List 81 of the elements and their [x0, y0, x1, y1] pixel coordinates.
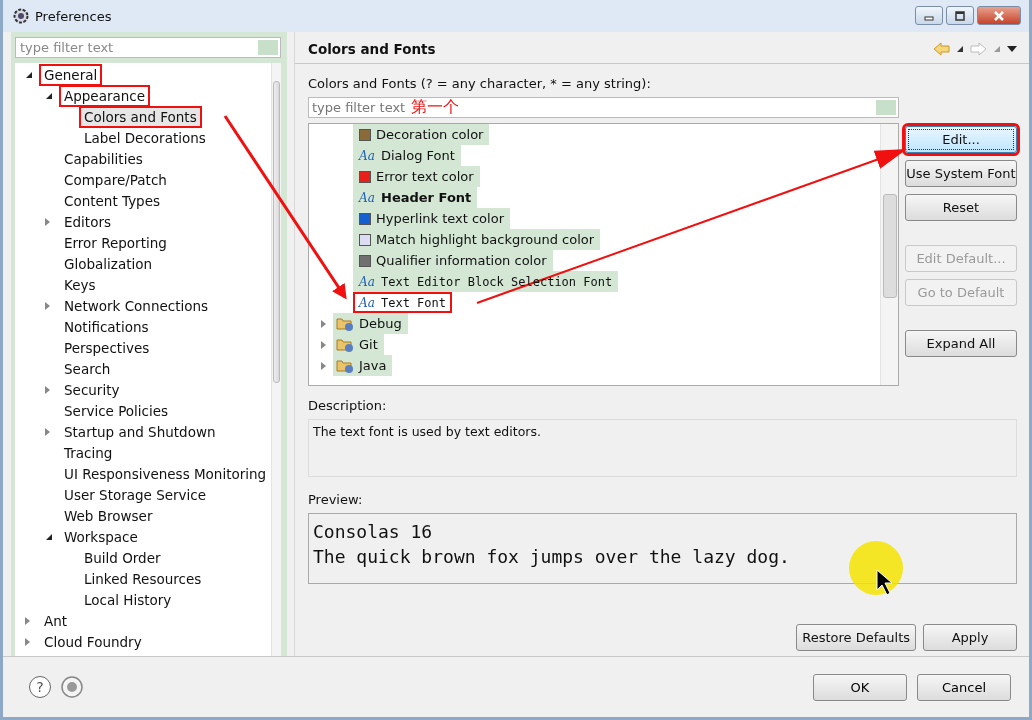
- action-button[interactable]: Apply: [923, 624, 1017, 651]
- list-item[interactable]: Aa Dialog Font: [353, 145, 461, 166]
- page-title: Colors and Fonts: [308, 41, 437, 57]
- record-icon[interactable]: [61, 676, 83, 698]
- tree-item[interactable]: Build Order: [79, 546, 166, 569]
- list-item[interactable]: Aa Text Font: [353, 292, 453, 313]
- tree-item[interactable]: Perspectives: [59, 336, 155, 359]
- tree-item[interactable]: Tracing: [59, 441, 118, 464]
- tree-item[interactable]: Service Policies: [59, 399, 174, 422]
- tree-item[interactable]: Search: [59, 357, 116, 380]
- maximize-icon: [954, 10, 966, 21]
- description-text: The text font is used by text editors.: [313, 424, 541, 439]
- tree-item[interactable]: Local History: [79, 588, 177, 611]
- folder-icon: [336, 336, 354, 353]
- tree-item[interactable]: Colors and Fonts: [79, 105, 202, 128]
- tree-item[interactable]: Workspace: [59, 525, 143, 548]
- annotation-text: 第一个: [411, 97, 460, 118]
- font-icon: Aa: [359, 295, 376, 310]
- help-icon[interactable]: ?: [29, 676, 51, 698]
- tree-item[interactable]: Capabilities: [59, 147, 148, 170]
- tree-item[interactable]: Linked Resources: [79, 567, 207, 590]
- collapse-arrow-icon[interactable]: [45, 91, 53, 100]
- collapse-arrow-icon[interactable]: [25, 70, 33, 79]
- font-icon: Aa: [359, 148, 376, 163]
- tree-item[interactable]: Network Connections: [59, 294, 214, 317]
- font-icon: Aa: [359, 274, 376, 289]
- tree-item[interactable]: General: [39, 63, 103, 86]
- dialog-button[interactable]: OK: [813, 673, 907, 701]
- folder-icon: [336, 357, 354, 374]
- list-item[interactable]: Match highlight background color: [353, 229, 601, 250]
- action-button[interactable]: Edit...: [905, 126, 1017, 153]
- view-menu-icon[interactable]: [1007, 45, 1017, 53]
- description-label: Description:: [308, 398, 388, 413]
- tree-item[interactable]: Keys: [59, 273, 101, 296]
- maximize-button[interactable]: [946, 6, 974, 25]
- tree-item[interactable]: Content Types: [59, 189, 166, 212]
- scrollbar[interactable]: [271, 63, 281, 656]
- tree-item[interactable]: Editors: [59, 210, 116, 233]
- preview-text: Consolas 16: [313, 520, 433, 544]
- placeholder-text: type filter text: [312, 100, 406, 115]
- tree-item[interactable]: Cloud Foundry: [39, 630, 147, 653]
- action-button[interactable]: Expand All: [905, 330, 1017, 357]
- list-item[interactable]: Decoration color: [353, 124, 490, 145]
- close-button[interactable]: [977, 6, 1021, 25]
- tree-item[interactable]: Error Reporting: [59, 231, 172, 254]
- dropdown-arrow-icon[interactable]: [956, 45, 964, 53]
- preview-text: The quick brown fox jumps over the lazy dog.: [313, 545, 790, 569]
- tree-item[interactable]: UI Responsiveness Monitoring: [59, 462, 272, 485]
- tree-item[interactable]: Compare/Patch: [59, 168, 172, 191]
- scrollbar[interactable]: [880, 124, 898, 385]
- dialog-button[interactable]: Cancel: [917, 673, 1011, 701]
- tree-item[interactable]: Ant: [39, 609, 73, 632]
- list-item[interactable]: Qualifier information color: [353, 250, 553, 271]
- list-item[interactable]: Aa Header Font: [353, 187, 478, 208]
- tree-item[interactable]: Startup and Shutdown: [59, 420, 221, 443]
- list-item[interactable]: Error text color: [353, 166, 480, 187]
- tree-item[interactable]: Notifications: [59, 315, 154, 338]
- tree-item[interactable]: Label Decorations: [79, 126, 211, 149]
- folder-icon: [336, 315, 354, 332]
- list-item[interactable]: Git: [333, 334, 384, 355]
- tree-item[interactable]: Web Browser: [59, 504, 158, 527]
- filter-field[interactable]: type filter text 第一个: [308, 97, 899, 118]
- close-icon: [993, 10, 1005, 21]
- list-item[interactable]: Debug: [333, 313, 408, 334]
- cursor-drawing: [849, 541, 903, 596]
- action-button[interactable]: Restore Defaults: [796, 624, 916, 651]
- preview-label: Preview:: [308, 492, 364, 507]
- back-arrow-icon[interactable]: [933, 41, 950, 57]
- app-icon: [13, 8, 29, 24]
- filter-field[interactable]: type filter text: [15, 37, 281, 58]
- action-button[interactable]: Reset: [905, 194, 1017, 221]
- tree-item[interactable]: User Storage Service: [59, 483, 212, 506]
- tree-item[interactable]: Globalization: [59, 252, 158, 275]
- font-icon: Aa: [359, 190, 376, 205]
- tree-item[interactable]: Security: [59, 378, 125, 401]
- collapse-arrow-icon[interactable]: [45, 532, 53, 541]
- filter-label: Colors and Fonts (? = any character, * = any string):: [308, 76, 652, 91]
- action-button[interactable]: Use System Font: [905, 160, 1017, 187]
- list-item[interactable]: Java: [333, 355, 393, 376]
- window-title: Preferences: [35, 8, 113, 24]
- list-item[interactable]: Hyperlink text color: [353, 208, 510, 229]
